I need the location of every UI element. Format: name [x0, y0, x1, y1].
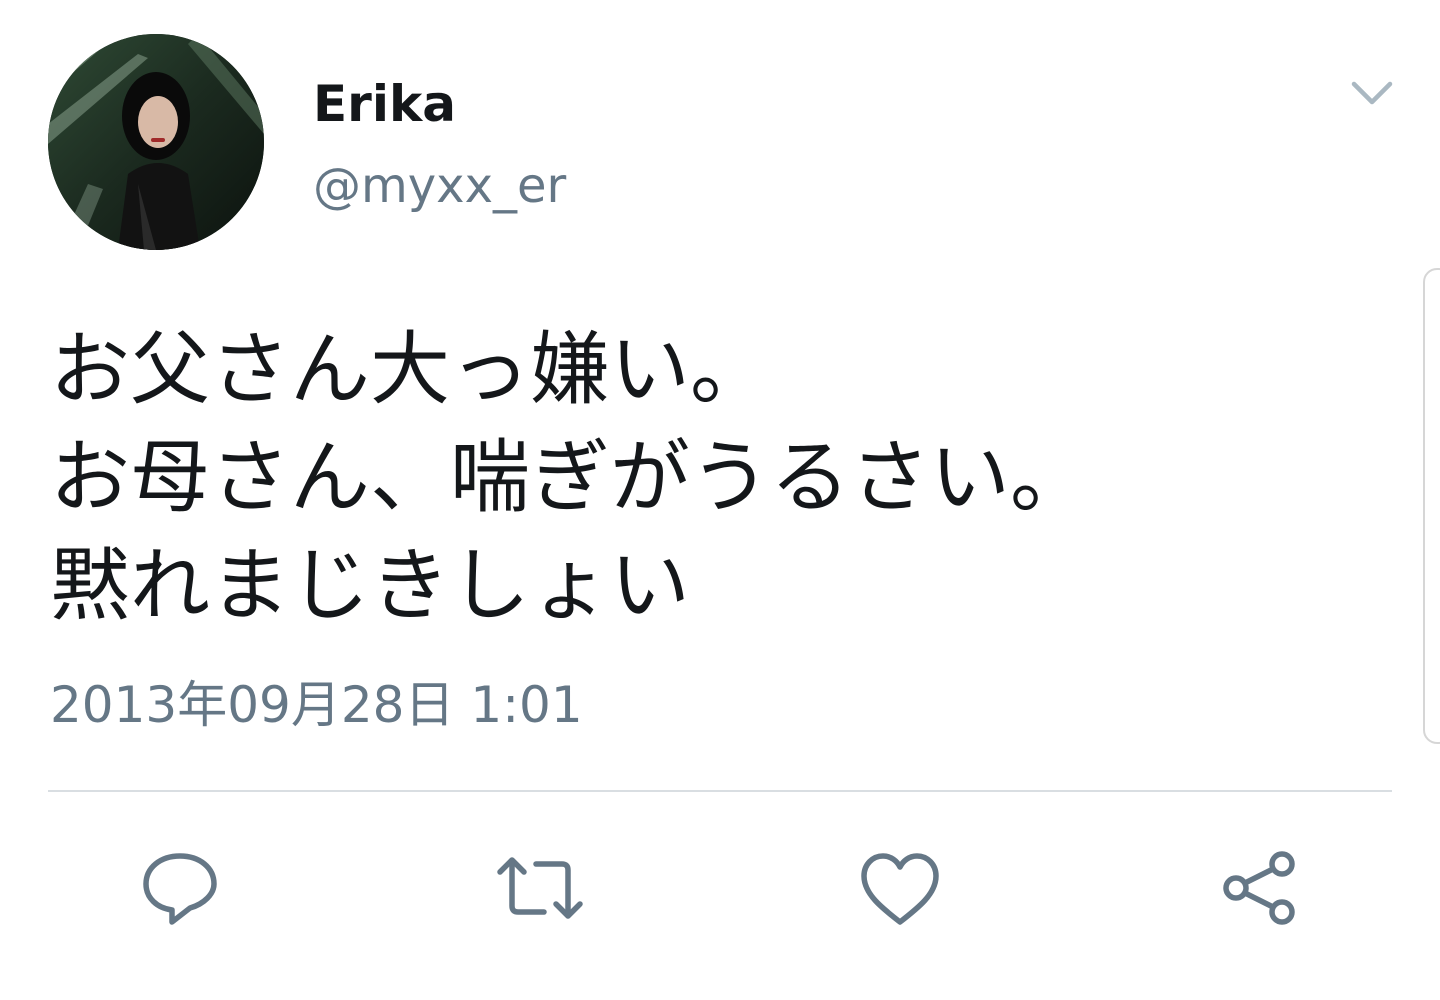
reply-button[interactable]	[132, 840, 228, 936]
share-button[interactable]	[1212, 840, 1308, 936]
author-handle[interactable]: @myxx_er	[313, 156, 566, 216]
avatar-photo	[48, 34, 264, 250]
tweet-timestamp: 2013年09月28日 1:01	[50, 676, 583, 734]
tweet-text: お父さん大っ嫌い。 お母さん、喘ぎがうるさい。 黙れまじきしょい	[50, 316, 1350, 640]
tweet-menu-button[interactable]	[1344, 70, 1400, 118]
tweet-text-line: お父さん大っ嫌い。	[50, 323, 770, 416]
tweet-text-line: 黙れまじきしょい	[50, 539, 690, 632]
tweet-text-line: お母さん、喘ぎがうるさい。	[50, 431, 1090, 524]
author-display-name[interactable]: Erika	[313, 74, 456, 134]
like-button[interactable]	[852, 840, 948, 936]
share-icon	[1223, 851, 1295, 925]
heart-icon	[861, 853, 939, 925]
retweet-icon	[497, 857, 583, 919]
chevron-down-icon	[1351, 81, 1393, 105]
retweet-button[interactable]	[492, 840, 588, 936]
divider	[48, 790, 1392, 792]
avatar[interactable]	[48, 34, 264, 250]
scrollbar-handle[interactable]	[1423, 268, 1440, 744]
reply-icon	[143, 853, 217, 925]
